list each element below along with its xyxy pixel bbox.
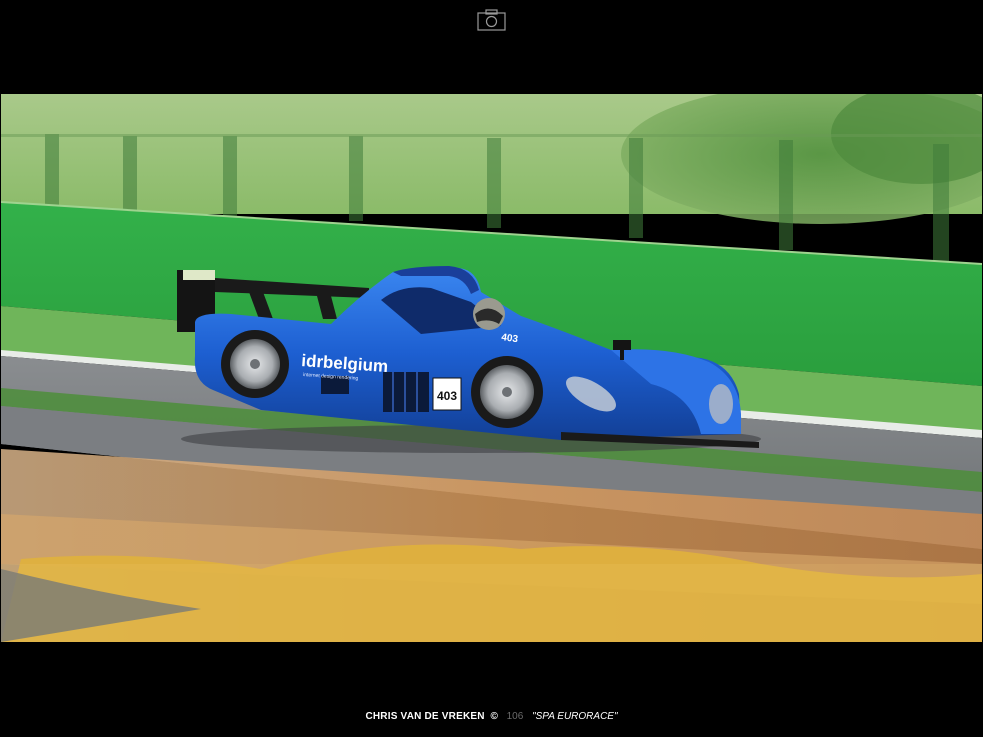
race-number: 403 [437, 389, 457, 403]
photo-title: "SPA EURORACE" [532, 711, 618, 722]
page-number: 106 [506, 711, 524, 722]
photo-page: idrbelgium internet design rendering 403… [0, 0, 983, 737]
copyright-symbol: © [490, 711, 498, 722]
camera-icon[interactable] [477, 9, 506, 31]
race-car-photo: idrbelgium internet design rendering 403… [1, 94, 982, 642]
photo-caption: CHRIS VAN DE VREKEN © 106 "SPA EURORACE" [0, 710, 983, 724]
photographer-name: CHRIS VAN DE VREKEN [365, 711, 485, 722]
